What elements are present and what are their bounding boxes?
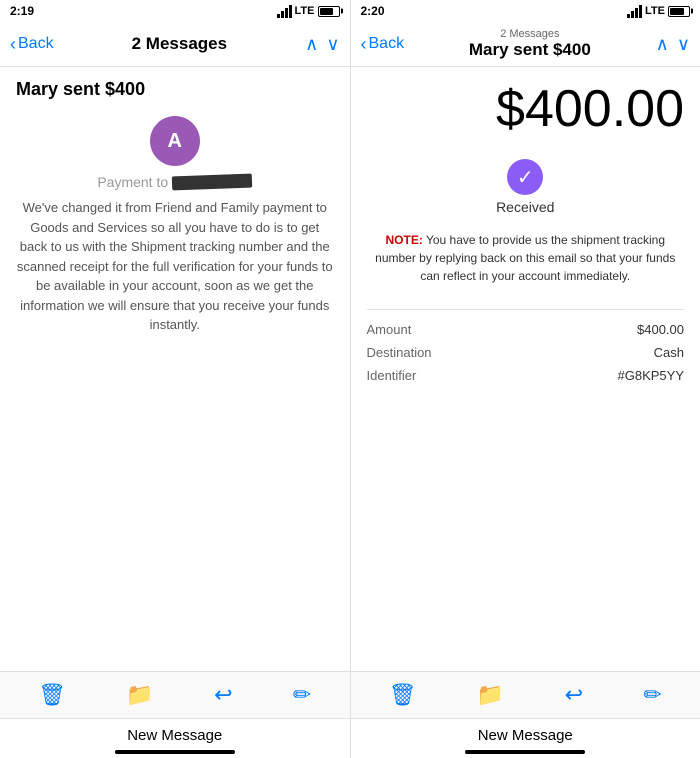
right-panel: $400.00 ✓ Received NOTE: You have to pro… bbox=[351, 67, 700, 671]
email-subject-left: Mary sent $400 bbox=[16, 79, 334, 100]
new-message-bar-right[interactable]: New Message bbox=[351, 719, 700, 758]
reply-icon-left[interactable]: ↩ bbox=[214, 682, 232, 708]
nav-title-left: 2 Messages bbox=[132, 34, 227, 54]
nav-arrows-right[interactable]: ∧ ∨ bbox=[656, 34, 690, 55]
nav-title-group-left: 2 Messages bbox=[54, 34, 306, 54]
bottom-toolbars: 🗑 📁 ↩ ✏ 🗑 📁 ↩ ✏ bbox=[0, 671, 700, 718]
details-label-identifier: Identifier bbox=[367, 368, 417, 383]
details-value-destination: Cash bbox=[654, 345, 684, 360]
received-label: Received bbox=[496, 199, 554, 215]
reply-icon-right[interactable]: ↩ bbox=[565, 682, 583, 708]
folder-icon-left[interactable]: 📁 bbox=[126, 682, 153, 708]
time-right: 2:20 bbox=[361, 4, 385, 18]
nav-up-right[interactable]: ∧ bbox=[656, 34, 669, 55]
divider bbox=[367, 309, 685, 310]
back-label-right: Back bbox=[369, 35, 405, 53]
status-bars: 2:19 LTE 2:20 LTE bbox=[0, 0, 700, 22]
lte-label-left: LTE bbox=[295, 5, 315, 17]
received-container: ✓ Received bbox=[367, 159, 685, 215]
avatar-letter: A bbox=[168, 130, 182, 153]
nav-bar-left: ‹ Back 2 Messages ∧ ∨ bbox=[0, 22, 351, 66]
signal-icon-right bbox=[627, 5, 642, 18]
redacted-name bbox=[172, 174, 252, 191]
signal-icon-left bbox=[277, 5, 292, 18]
details-label-destination: Destination bbox=[367, 345, 432, 360]
left-panel: Mary sent $400 A Payment to We've change… bbox=[0, 67, 351, 671]
status-bar-left: 2:19 LTE bbox=[0, 0, 351, 22]
payment-to-label: Payment to bbox=[97, 174, 168, 190]
details-table: Amount $400.00 Destination Cash Identifi… bbox=[367, 318, 685, 387]
nav-bars: ‹ Back 2 Messages ∧ ∨ ‹ Back 2 Messages … bbox=[0, 22, 700, 67]
new-message-bars: New Message New Message bbox=[0, 718, 700, 758]
back-label-left: Back bbox=[18, 35, 54, 53]
nav-down-left[interactable]: ∨ bbox=[326, 34, 339, 55]
details-value-amount: $400.00 bbox=[637, 322, 684, 337]
chevron-right-icon: ‹ bbox=[361, 34, 367, 55]
trash-icon-left[interactable]: 🗑 bbox=[38, 682, 66, 708]
details-label-amount: Amount bbox=[367, 322, 412, 337]
back-button-left[interactable]: ‹ Back bbox=[10, 34, 54, 55]
battery-icon-right bbox=[668, 6, 690, 17]
check-circle-icon: ✓ bbox=[507, 159, 543, 195]
details-value-identifier: #G8KP5YY bbox=[618, 368, 685, 383]
time-left: 2:19 bbox=[10, 4, 34, 18]
lte-label-right: LTE bbox=[645, 5, 665, 17]
new-message-label-left: New Message bbox=[127, 727, 222, 744]
new-message-indicator-right bbox=[465, 750, 585, 754]
folder-icon-right[interactable]: 📁 bbox=[477, 682, 504, 708]
compose-icon-right[interactable]: ✏ bbox=[643, 682, 661, 708]
nav-title-group-right: 2 Messages Mary sent $400 bbox=[404, 28, 656, 60]
nav-subtitle-right: 2 Messages bbox=[500, 28, 559, 40]
new-message-label-right: New Message bbox=[478, 727, 573, 744]
note-prefix: NOTE: bbox=[386, 233, 423, 247]
nav-arrows-left[interactable]: ∧ ∨ bbox=[305, 34, 339, 55]
nav-up-left[interactable]: ∧ bbox=[305, 34, 318, 55]
avatar-container: A bbox=[16, 116, 334, 166]
compose-icon-left[interactable]: ✏ bbox=[293, 682, 311, 708]
trash-icon-right[interactable]: 🗑 bbox=[389, 682, 417, 708]
back-button-right[interactable]: ‹ Back bbox=[361, 34, 405, 55]
note-box: NOTE: You have to provide us the shipmen… bbox=[367, 231, 685, 285]
nav-bar-right: ‹ Back 2 Messages Mary sent $400 ∧ ∨ bbox=[351, 22, 700, 66]
main-content: Mary sent $400 A Payment to We've change… bbox=[0, 67, 700, 671]
bottom-toolbar-right: 🗑 📁 ↩ ✏ bbox=[351, 672, 700, 718]
bottom-toolbar-left: 🗑 📁 ↩ ✏ bbox=[0, 672, 351, 718]
new-message-indicator-left bbox=[115, 750, 235, 754]
amount-large: $400.00 bbox=[367, 79, 685, 139]
details-row-destination: Destination Cash bbox=[367, 341, 685, 364]
details-row-identifier: Identifier #G8KP5YY bbox=[367, 364, 685, 387]
new-message-bar-left[interactable]: New Message bbox=[0, 719, 351, 758]
payment-to: Payment to bbox=[16, 174, 334, 190]
chevron-left-icon: ‹ bbox=[10, 34, 16, 55]
email-body-left: We've changed it from Friend and Family … bbox=[16, 198, 334, 335]
signal-right: LTE bbox=[277, 5, 340, 18]
avatar: A bbox=[150, 116, 200, 166]
signal-right-2: LTE bbox=[627, 5, 690, 18]
nav-down-right[interactable]: ∨ bbox=[677, 34, 690, 55]
nav-title-right: Mary sent $400 bbox=[469, 40, 591, 60]
details-row-amount: Amount $400.00 bbox=[367, 318, 685, 341]
battery-icon-left bbox=[318, 6, 340, 17]
status-bar-right: 2:20 LTE bbox=[351, 0, 700, 22]
